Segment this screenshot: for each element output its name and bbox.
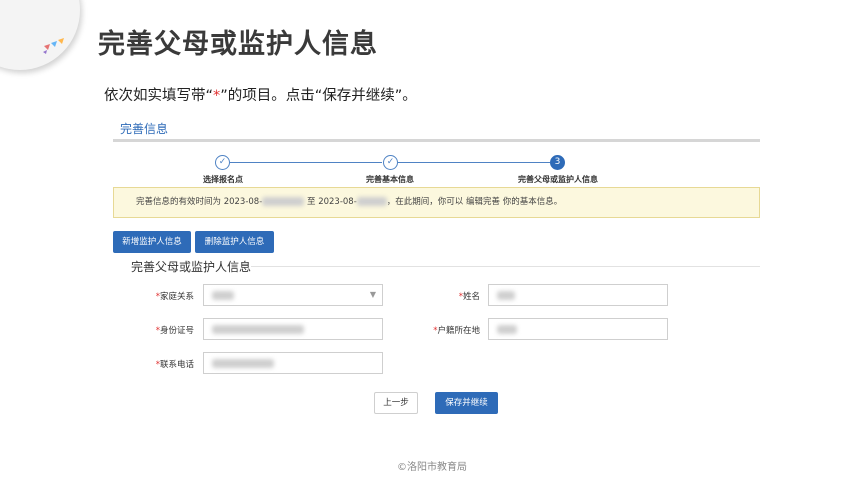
instruction-after: ”的项目。点击“保存并继续”。 [220, 88, 417, 104]
id-number-label: *身份证号 [114, 324, 194, 336]
chevron-down-icon: ▼ [369, 290, 376, 299]
step-3-number: 3 [550, 155, 565, 170]
corner-decoration [0, 0, 80, 70]
section-divider [251, 266, 760, 267]
id-number-field[interactable] [203, 318, 383, 340]
relation-label: *家庭关系 [114, 290, 194, 302]
step-3-label: 完善父母或监护人信息 [518, 175, 598, 184]
name-label-text: 姓名 [462, 292, 480, 302]
step-connector-1 [230, 162, 382, 163]
redacted-value [212, 291, 234, 300]
redacted-value [497, 325, 517, 334]
relation-label-text: 家庭关系 [159, 292, 194, 302]
validity-notice: 完善信息的有效时间为 2023-08- 至 2023-08- ，在此期间，你可以 … [113, 187, 760, 218]
notice-middle: 至 2023-08- [307, 197, 357, 207]
step-2-check-icon: ✓ [383, 155, 398, 170]
notice-suffix: ，在此期间，你可以 编辑完善 你的基本信息。 [386, 197, 563, 207]
phone-label: *联系电话 [114, 358, 194, 370]
name-field[interactable] [488, 284, 668, 306]
card-title: 完善信息 [120, 122, 169, 136]
instruction-text: 依次如实填写带“*”的项目。点击“保存并继续”。 [104, 84, 417, 105]
redacted-date [356, 197, 387, 206]
redacted-date [262, 197, 305, 206]
delete-guardian-button[interactable]: 删除监护人信息 [195, 231, 274, 253]
hukou-label: *户籍所在地 [400, 324, 480, 336]
footer-copyright: ©洛阳市教育局 [397, 462, 467, 473]
section-title: 完善父母或监护人信息 [131, 260, 252, 274]
card-divider [113, 139, 760, 142]
save-continue-button[interactable]: 保存并继续 [435, 392, 498, 414]
redacted-value [212, 359, 274, 368]
step-connector-2 [398, 162, 550, 163]
phone-field[interactable] [203, 352, 383, 374]
redacted-value [497, 291, 515, 300]
name-label: *姓名 [400, 290, 480, 302]
step-2-label: 完善基本信息 [366, 175, 414, 184]
notice-prefix: 完善信息的有效时间为 2023-08- [136, 197, 263, 207]
relation-select[interactable]: ▼ [203, 284, 383, 306]
id-number-label-text: 身份证号 [159, 326, 194, 336]
prev-button[interactable]: 上一步 [374, 392, 418, 414]
phone-label-text: 联系电话 [159, 360, 194, 370]
step-1-label: 选择报名点 [203, 175, 243, 184]
step-1-check-icon: ✓ [215, 155, 230, 170]
add-guardian-button[interactable]: 新增监护人信息 [113, 231, 191, 253]
hukou-label-text: 户籍所在地 [437, 326, 480, 336]
redacted-value [212, 325, 304, 334]
instruction-before: 依次如实填写带“ [104, 88, 214, 104]
page-title: 完善父母或监护人信息 [98, 29, 378, 60]
bunting-icon [43, 38, 64, 54]
hukou-field[interactable] [488, 318, 668, 340]
